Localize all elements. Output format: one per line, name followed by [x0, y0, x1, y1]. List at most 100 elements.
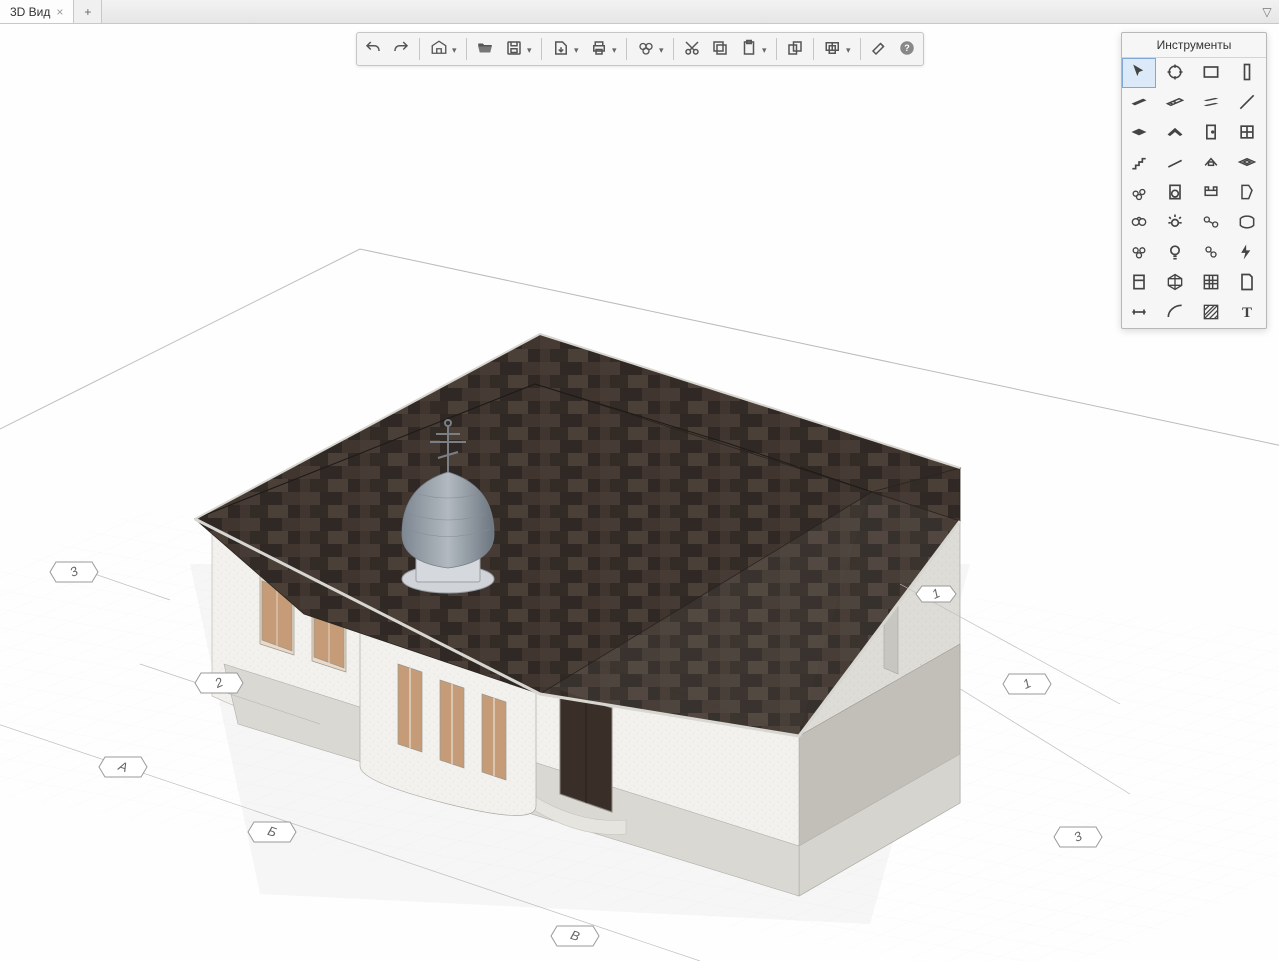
wall-icon: [1129, 92, 1149, 115]
skylight-icon: [1237, 152, 1257, 175]
text-tool[interactable]: T: [1230, 298, 1264, 328]
appliance-icon: [1165, 182, 1185, 205]
axis-label: 1: [916, 585, 956, 602]
elevation-tool[interactable]: [1122, 268, 1156, 298]
window-tool[interactable]: [1230, 118, 1264, 148]
tabbar-menu-icon[interactable]: ▽: [1255, 0, 1279, 23]
stair-icon: [1129, 152, 1149, 175]
close-icon[interactable]: ×: [56, 5, 63, 19]
sheet-icon: [1237, 272, 1257, 295]
undo-button[interactable]: [360, 36, 386, 62]
mesh-tool[interactable]: [1158, 268, 1192, 298]
path-icon: [1201, 212, 1221, 235]
symbol-icon: [1201, 242, 1221, 265]
column-tool[interactable]: [1230, 58, 1264, 88]
axis-label: В: [551, 926, 599, 946]
print-icon: [590, 39, 608, 60]
bulb-tool[interactable]: [1158, 238, 1192, 268]
export-button[interactable]: [547, 36, 583, 62]
text-icon: T: [1237, 302, 1257, 325]
beam-tool[interactable]: [1194, 88, 1228, 118]
group-icon: [1129, 242, 1149, 265]
symbol-tool[interactable]: [1194, 238, 1228, 268]
elevation-icon: [1129, 272, 1149, 295]
hatch-icon: [1201, 302, 1221, 325]
wall-tool[interactable]: [1122, 88, 1156, 118]
axis-label: А: [99, 757, 147, 777]
mesh-icon: [1165, 272, 1185, 295]
cut-icon: [683, 39, 701, 60]
undo-icon: [364, 39, 382, 60]
door-tool[interactable]: [1194, 118, 1228, 148]
styles-button[interactable]: [819, 36, 855, 62]
roof-icon: [1165, 122, 1185, 145]
skylight-tool[interactable]: [1230, 148, 1264, 178]
tab-3d-view[interactable]: 3D Вид ×: [0, 0, 74, 23]
dormer-tool[interactable]: [1194, 148, 1228, 178]
group-tool[interactable]: [1122, 238, 1156, 268]
flash-tool[interactable]: [1230, 238, 1264, 268]
project-button[interactable]: [425, 36, 461, 62]
duplicate-button[interactable]: [782, 36, 808, 62]
grid-tool[interactable]: [1194, 268, 1228, 298]
roof-tool[interactable]: [1158, 118, 1192, 148]
panel-title: Инструменты: [1122, 33, 1266, 58]
rectangle-tool[interactable]: [1194, 58, 1228, 88]
site-icon: [1129, 182, 1149, 205]
svg-text:?: ?: [904, 43, 910, 53]
axis-label: 3: [1054, 827, 1102, 847]
tab-label: 3D Вид: [10, 5, 50, 19]
move-tool[interactable]: [1158, 58, 1192, 88]
axis-label: 3: [50, 562, 98, 582]
axis-label: 1: [1003, 674, 1051, 694]
select-tool[interactable]: [1122, 58, 1156, 88]
viewport-3d[interactable]: А Б В 1 2 3 3 1: [0, 24, 1279, 961]
print-button[interactable]: [585, 36, 621, 62]
copy-button[interactable]: [707, 36, 733, 62]
surface-tool[interactable]: [1230, 208, 1264, 238]
line-icon: [1237, 92, 1257, 115]
stair-tool[interactable]: [1122, 148, 1156, 178]
light-tool[interactable]: [1158, 208, 1192, 238]
ifc-button[interactable]: [632, 36, 668, 62]
cut-button[interactable]: [679, 36, 705, 62]
furniture-tool[interactable]: [1194, 178, 1228, 208]
slab-tool[interactable]: [1122, 118, 1156, 148]
copy-icon: [711, 39, 729, 60]
curtain-wall-tool[interactable]: [1158, 88, 1192, 118]
line-tool[interactable]: [1230, 88, 1264, 118]
dormer-icon: [1201, 152, 1221, 175]
railing-tool[interactable]: [1158, 148, 1192, 178]
window-icon: [1237, 122, 1257, 145]
settings-button[interactable]: [866, 36, 892, 62]
sheet-tool[interactable]: [1230, 268, 1264, 298]
move-icon: [1165, 62, 1185, 85]
tool-grid: T: [1122, 58, 1266, 328]
arc-tool[interactable]: [1158, 298, 1192, 328]
help-button[interactable]: ?: [894, 36, 920, 62]
site-tool[interactable]: [1122, 178, 1156, 208]
rectangle-icon: [1201, 62, 1221, 85]
save-button[interactable]: [500, 36, 536, 62]
redo-button[interactable]: [388, 36, 414, 62]
redo-icon: [392, 39, 410, 60]
grid-icon: [1201, 272, 1221, 295]
new-tab-button[interactable]: +: [74, 0, 102, 23]
beam-icon: [1201, 92, 1221, 115]
svg-text:T: T: [1242, 305, 1252, 321]
camera-tool[interactable]: [1122, 208, 1156, 238]
tab-bar: 3D Вид × + ▽: [0, 0, 1279, 24]
door-icon: [1201, 122, 1221, 145]
appliance-tool[interactable]: [1158, 178, 1192, 208]
dimension-tool[interactable]: [1122, 298, 1156, 328]
material-tool[interactable]: [1230, 178, 1264, 208]
save-icon: [505, 39, 523, 60]
hatch-tool[interactable]: [1194, 298, 1228, 328]
arc-icon: [1165, 302, 1185, 325]
main-toolbar: ?: [356, 32, 924, 66]
help-icon: ?: [898, 39, 916, 60]
open-button[interactable]: [472, 36, 498, 62]
paste-button[interactable]: [735, 36, 771, 62]
axis-label: Б: [248, 822, 296, 842]
path-tool[interactable]: [1194, 208, 1228, 238]
